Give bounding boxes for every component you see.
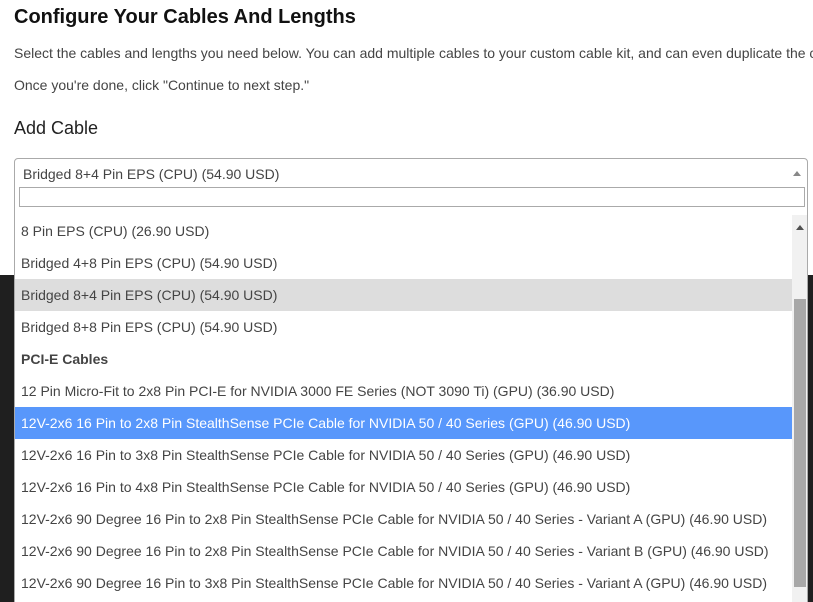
dropdown-scrollbar[interactable] — [792, 215, 807, 602]
page-title: Configure Your Cables And Lengths — [14, 6, 356, 28]
option-item[interactable]: 12 Pin Micro-Fit to 2x8 Pin PCI-E for NV… — [15, 375, 792, 407]
option-item[interactable]: Bridged 4+8 Pin EPS (CPU) (54.90 USD) — [15, 247, 792, 279]
option-item-selected[interactable]: Bridged 8+4 Pin EPS (CPU) (54.90 USD) — [15, 279, 792, 311]
option-item[interactable]: 12V-2x6 90 Degree 16 Pin to 2x8 Pin Stea… — [15, 503, 792, 535]
option-item-highlighted[interactable]: 12V-2x6 16 Pin to 2x8 Pin StealthSense P… — [15, 407, 792, 439]
options-list: 8 Pin EPS (CPU) (26.90 USD) Bridged 4+8 … — [15, 215, 792, 602]
option-item[interactable]: 12V-2x6 16 Pin to 4x8 Pin StealthSense P… — [15, 471, 792, 503]
option-group-label: PCI-E Cables — [21, 351, 109, 367]
add-cable-heading: Add Cable — [14, 118, 99, 138]
option-item[interactable]: 12V-2x6 90 Degree 16 Pin to 3x8 Pin Stea… — [15, 567, 792, 599]
scroll-up-arrow-icon[interactable] — [796, 225, 804, 230]
cable-dropdown: 8 Pin EPS (CPU) (26.90 USD) Bridged 4+8 … — [14, 187, 808, 602]
option-item[interactable]: 8 Pin EPS (CPU) (26.90 USD) — [15, 215, 792, 247]
cable-select[interactable]: Bridged 8+4 Pin EPS (CPU) (54.90 USD) — [14, 158, 808, 188]
option-item[interactable]: Bridged 8+8 Pin EPS (CPU) (54.90 USD) — [15, 311, 792, 343]
dropdown-search-input[interactable] — [19, 187, 805, 207]
chevron-up-icon[interactable] — [793, 171, 801, 176]
intro-instruction: Once you're done, click "Continue to nex… — [14, 77, 310, 93]
option-item[interactable]: 12V-2x6 16 Pin to 3x8 Pin StealthSense P… — [15, 439, 792, 471]
intro-text: Select the cables and lengths you need b… — [14, 45, 813, 61]
cable-select-value: Bridged 8+4 Pin EPS (CPU) (54.90 USD) — [23, 166, 280, 182]
option-item[interactable]: 12V-2x6 90 Degree 16 Pin to 2x8 Pin Stea… — [15, 535, 792, 567]
scrollbar-thumb[interactable] — [794, 299, 806, 587]
